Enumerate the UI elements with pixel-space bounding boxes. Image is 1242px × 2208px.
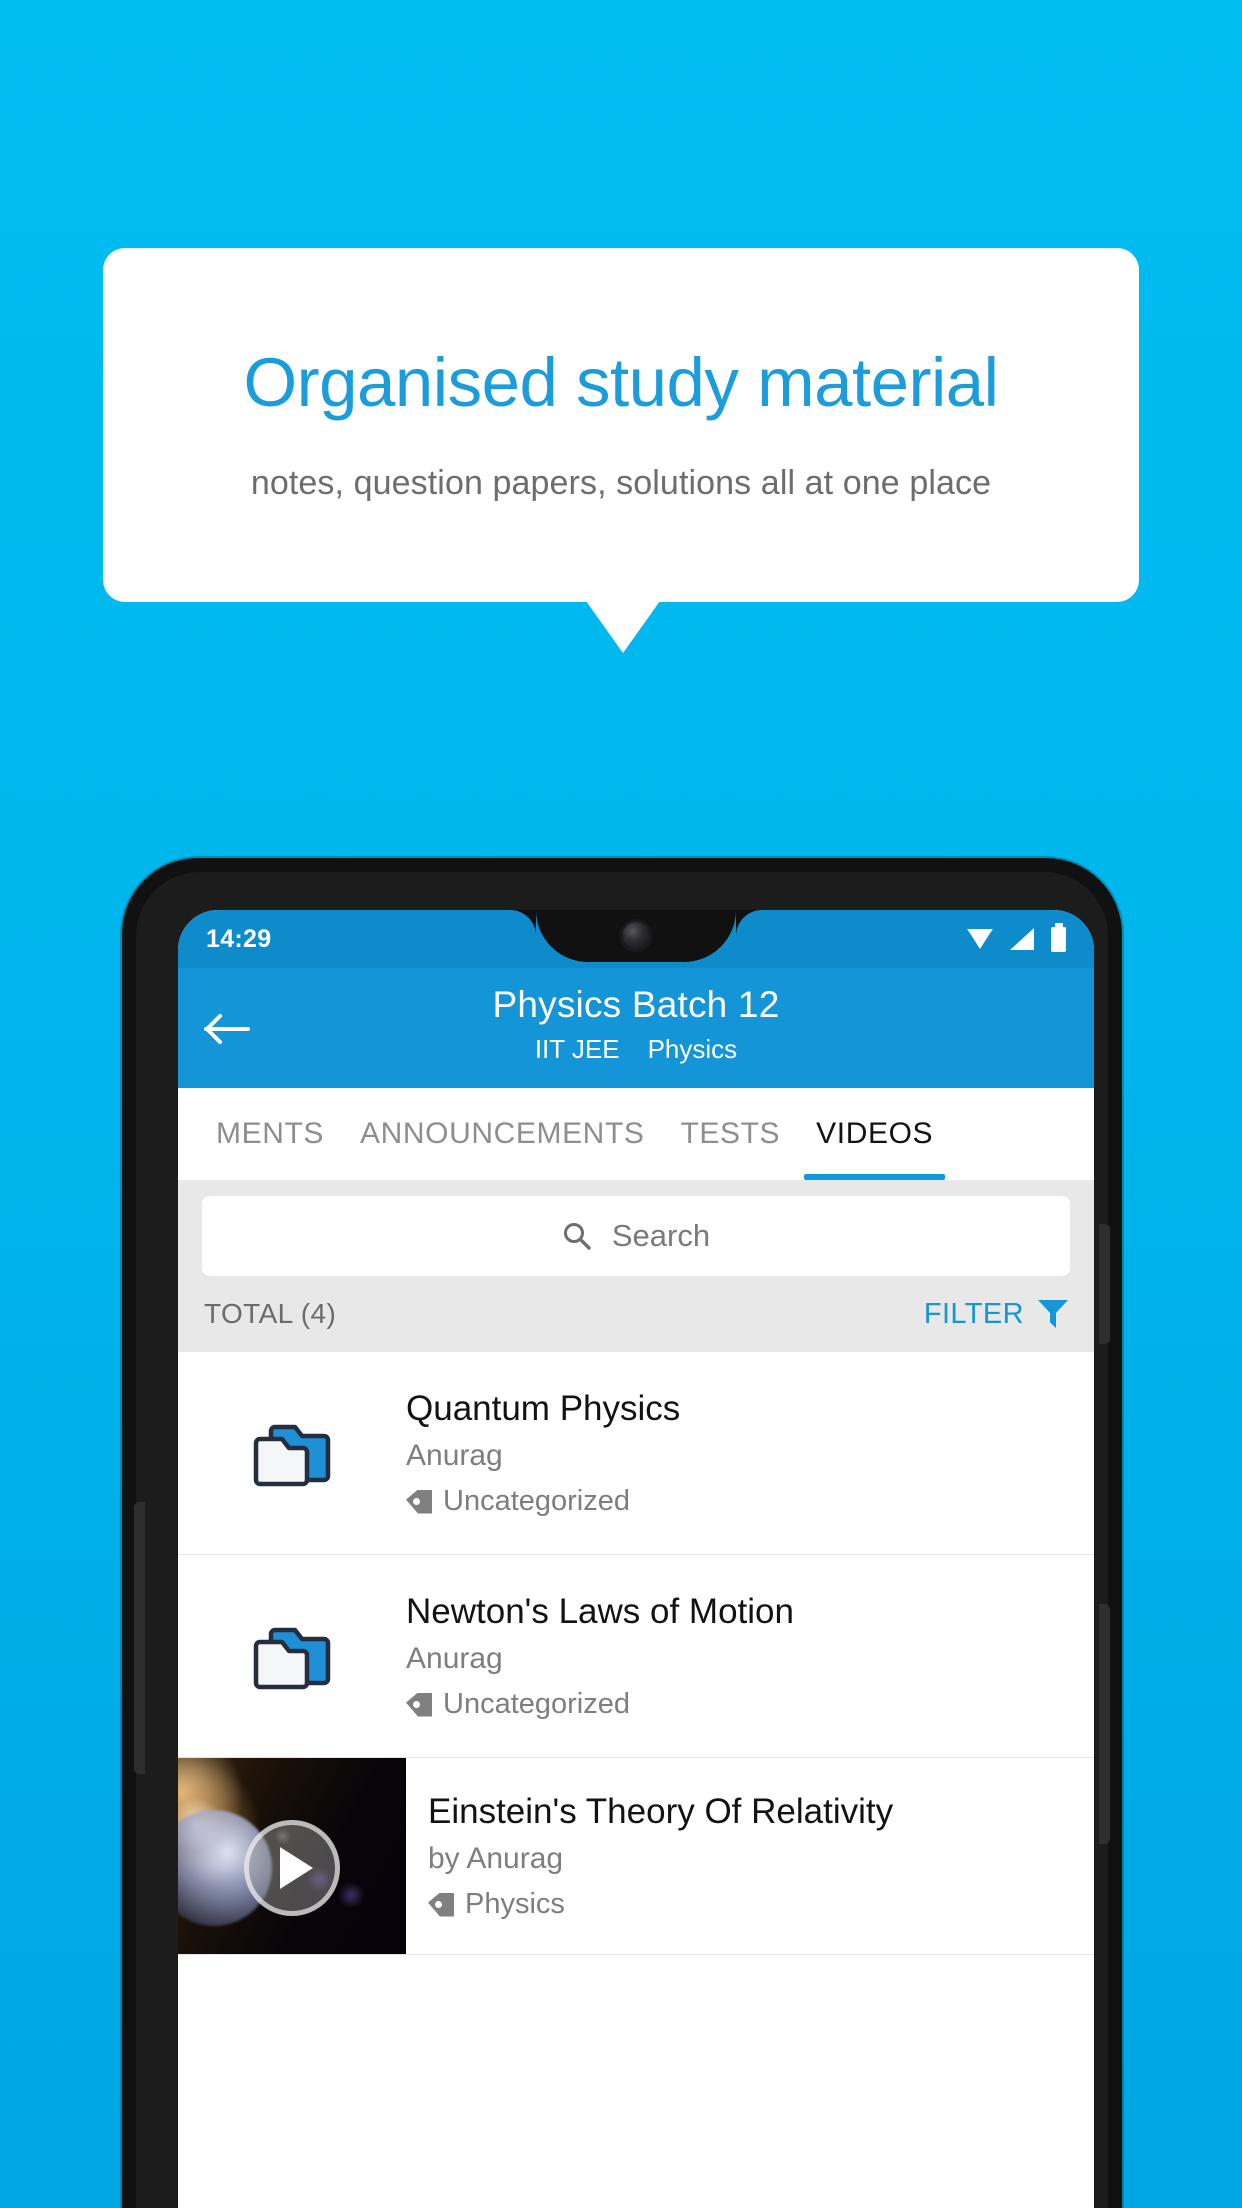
tab-announcements[interactable]: ANNOUNCEMENTS (342, 1088, 662, 1180)
signal-icon (1010, 928, 1034, 950)
play-triangle-icon (279, 1846, 313, 1889)
tab-assignments[interactable]: MENTS (198, 1088, 342, 1180)
list-header: TOTAL (4) FILTER (178, 1276, 1094, 1352)
folder-icon (253, 1424, 331, 1487)
list-item-title: Quantum Physics (406, 1389, 681, 1428)
status-bar: 14:29 (178, 910, 1094, 968)
list-item-text: Quantum Physics Anurag Uncategorized (406, 1388, 1094, 1518)
phone-body: 14:29 Physics Batch 12 IIT JEE Physics M… (134, 872, 1110, 2208)
tag-icon (406, 1692, 432, 1717)
list-item[interactable]: Quantum Physics Anurag Uncategorized (178, 1352, 1094, 1555)
app-bar: Physics Batch 12 IIT JEE Physics (178, 968, 1094, 1088)
video-thumbnail[interactable] (178, 1758, 406, 1954)
speech-bubble-tail-icon (586, 601, 660, 653)
tab-tests[interactable]: TESTS (662, 1088, 798, 1180)
promo-subtitle: notes, question papers, solutions all at… (250, 463, 992, 502)
promo-title: Organised study material (243, 344, 999, 422)
list-item-title: Newton's Laws of Motion (406, 1592, 794, 1631)
search-section: Search (178, 1180, 1094, 1276)
back-arrow-icon[interactable] (204, 1012, 252, 1046)
notch-right-fillet (736, 910, 762, 936)
promo-speech-bubble: Organised study material notes, question… (103, 248, 1139, 602)
breadcrumb-subject: Physics (647, 1033, 738, 1064)
tag-label: Uncategorized (443, 1688, 630, 1720)
folder-icon (253, 1627, 331, 1690)
list-item-tag: Uncategorized (406, 1485, 1074, 1518)
phone-screen: 14:29 Physics Batch 12 IIT JEE Physics M… (178, 910, 1094, 2208)
list-item[interactable]: Newton's Laws of Motion Anurag Uncategor… (178, 1555, 1094, 1758)
notch-left-fillet (510, 910, 536, 936)
front-camera-icon (622, 922, 650, 949)
status-time: 14:29 (206, 924, 272, 953)
play-icon[interactable] (244, 1819, 340, 1916)
folder-icon-cell (178, 1417, 406, 1489)
list-item-title: Einstein's Theory Of Relativity (428, 1792, 894, 1831)
app-bar-titles: Physics Batch 12 IIT JEE Physics (178, 984, 1094, 1065)
tag-icon (406, 1489, 432, 1514)
content-list: Quantum Physics Anurag Uncategorized New… (178, 1352, 1094, 1955)
tab-bar: MENTS ANNOUNCEMENTS TESTS VIDEOS (178, 1088, 1094, 1180)
list-item-tag: Uncategorized (406, 1688, 1074, 1721)
search-icon (562, 1221, 592, 1251)
page-title: Physics Batch 12 (492, 984, 780, 1025)
tag-label: Physics (465, 1888, 565, 1920)
total-count-label: TOTAL (4) (204, 1298, 337, 1329)
phone-mockup: 14:29 Physics Batch 12 IIT JEE Physics M… (122, 858, 1122, 2208)
tab-videos[interactable]: VIDEOS (798, 1088, 951, 1180)
list-item-author: by Anurag (428, 1842, 564, 1875)
list-item-text: Einstein's Theory Of Relativity by Anura… (406, 1763, 1094, 1949)
phone-side-button[interactable] (1099, 1604, 1110, 1844)
folder-icon-cell (178, 1620, 406, 1692)
list-item-author: Anurag (406, 1439, 503, 1472)
list-item[interactable]: Einstein's Theory Of Relativity by Anura… (178, 1758, 1094, 1955)
wifi-icon (967, 929, 993, 949)
list-item-tag: Physics (428, 1888, 1078, 1921)
phone-volume-button[interactable] (134, 1502, 145, 1774)
breadcrumb: IIT JEE Physics (178, 1034, 1094, 1065)
tag-icon (428, 1892, 454, 1917)
tag-label: Uncategorized (443, 1485, 630, 1517)
search-input[interactable]: Search (202, 1196, 1070, 1276)
search-placeholder: Search (611, 1218, 711, 1253)
phone-power-button[interactable] (1099, 1224, 1110, 1344)
filter-label: FILTER (923, 1297, 1024, 1330)
list-item-author: Anurag (406, 1642, 503, 1675)
battery-icon (1051, 926, 1066, 952)
notch-shape (536, 910, 736, 962)
list-item-text: Newton's Laws of Motion Anurag Uncategor… (406, 1591, 1094, 1721)
phone-notch (510, 910, 762, 972)
filter-button[interactable]: FILTER (924, 1298, 1068, 1331)
breadcrumb-exam: IIT JEE (534, 1033, 620, 1064)
status-icon-group (967, 926, 1066, 952)
filter-icon (1038, 1300, 1068, 1328)
